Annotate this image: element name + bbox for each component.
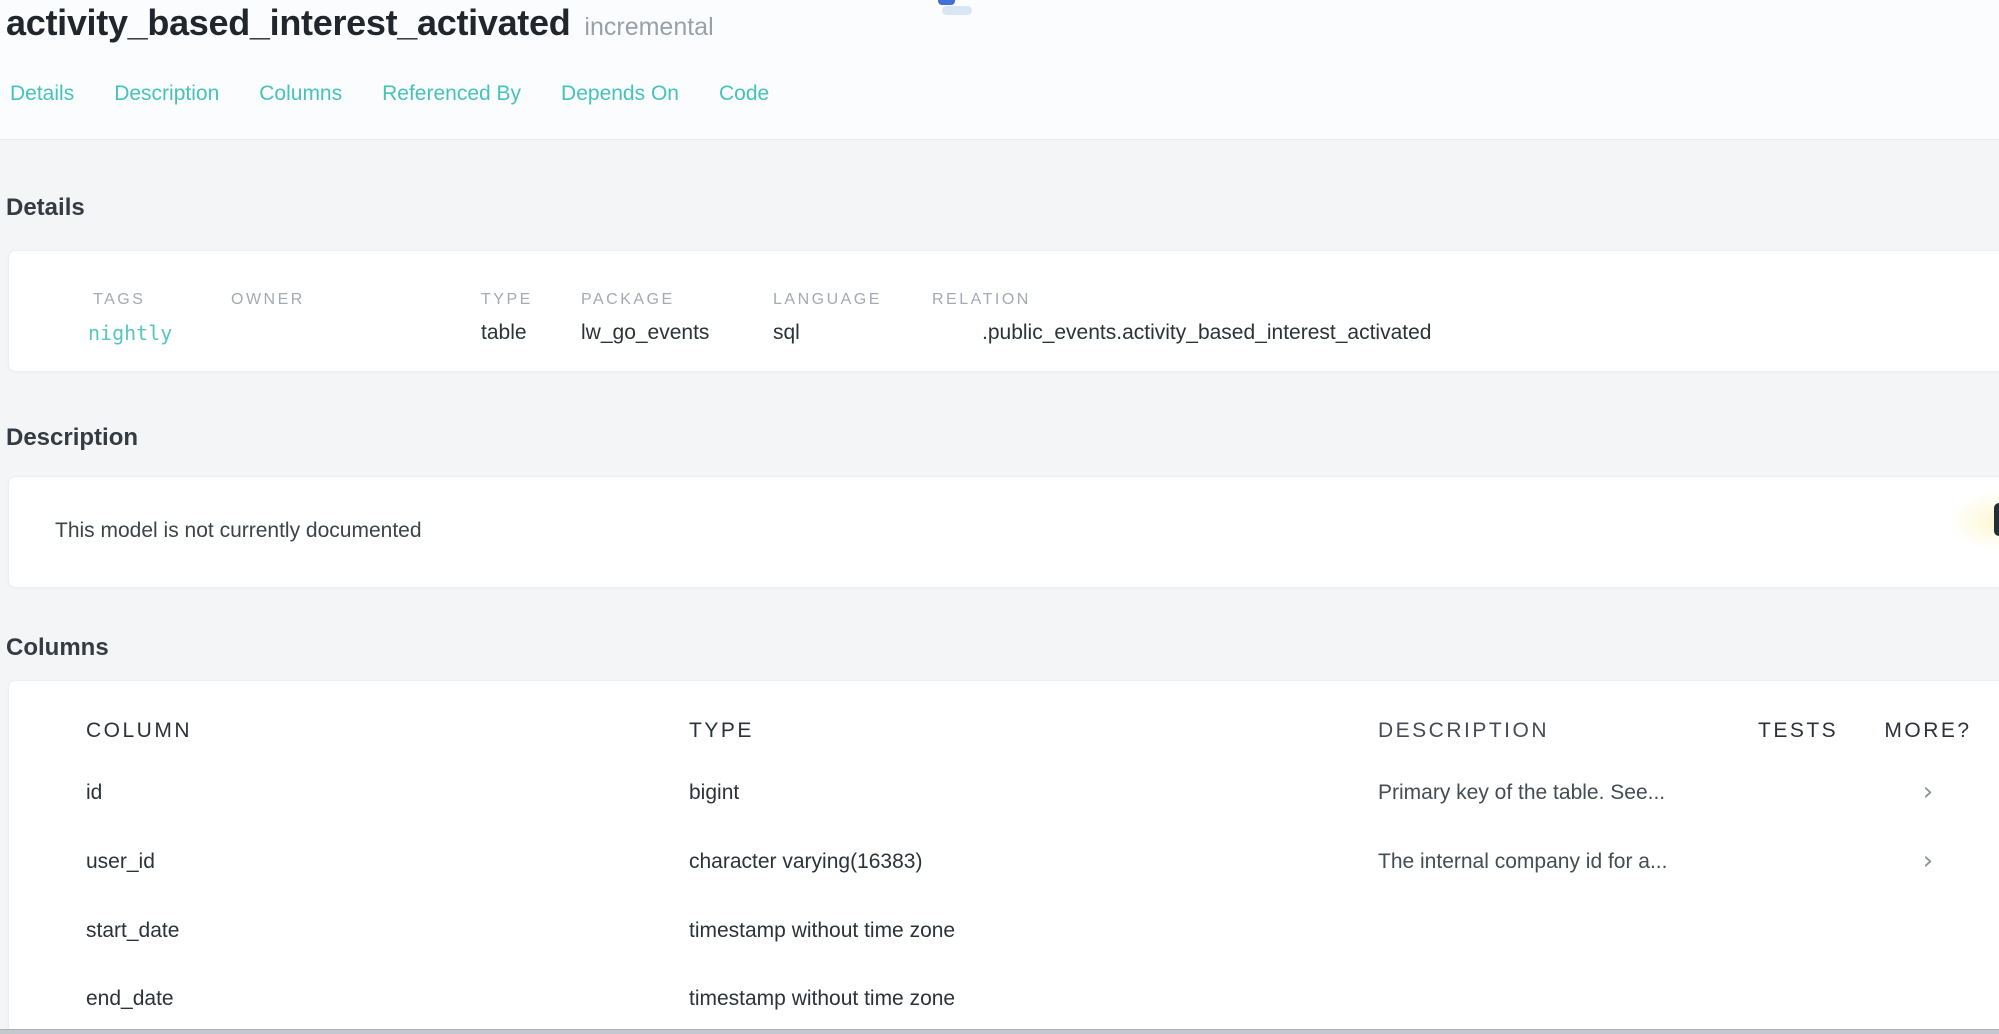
detail-field-tags: TAGS nightly xyxy=(93,291,172,345)
tab-depends-on[interactable]: Depends On xyxy=(561,82,679,106)
detail-field-owner: OWNER xyxy=(231,291,305,321)
description-placeholder-text: This model is not currently documented xyxy=(55,519,422,543)
detail-field-type: TYPE table xyxy=(481,291,533,345)
package-label: PACKAGE xyxy=(581,291,709,309)
materialization-badge: incremental xyxy=(584,13,713,41)
tab-columns[interactable]: Columns xyxy=(259,82,342,106)
detail-field-relation: RELATION .public_events.activity_based_i… xyxy=(932,291,1431,345)
language-value: sql xyxy=(773,321,882,345)
tags-value-link[interactable]: nightly xyxy=(88,321,172,345)
cell-column-name: id xyxy=(86,781,102,805)
cell-column-description: The internal company id for a... xyxy=(1378,850,1667,874)
cell-column-name: start_date xyxy=(86,919,179,943)
type-label: TYPE xyxy=(481,291,533,309)
tab-referenced-by[interactable]: Referenced By xyxy=(382,82,521,106)
horizontal-scrollbar[interactable] xyxy=(0,1029,1999,1034)
description-card: This model is not currently documented xyxy=(8,476,1999,588)
columns-table-header: COLUMN TYPE DESCRIPTION TESTS MORE? xyxy=(9,719,1999,743)
clipped-floating-button[interactable] xyxy=(1994,503,1999,536)
col-header-tests: TESTS xyxy=(1758,719,1838,743)
tab-description[interactable]: Description xyxy=(114,82,219,106)
table-row[interactable]: start_date timestamp without time zone xyxy=(9,919,1999,949)
details-section-heading: Details xyxy=(6,194,85,222)
model-docs-page: activity_based_interest_activated increme… xyxy=(0,0,1999,1034)
cell-column-name: end_date xyxy=(86,987,174,1011)
owner-label: OWNER xyxy=(231,291,305,309)
language-label: LANGUAGE xyxy=(773,291,882,309)
cell-column-type: timestamp without time zone xyxy=(689,987,955,1011)
cell-column-type: character varying(16383) xyxy=(689,850,922,874)
chevron-right-icon[interactable]: › xyxy=(1880,781,1976,803)
package-value: lw_go_events xyxy=(581,321,709,345)
tab-code[interactable]: Code xyxy=(719,82,769,106)
cell-column-description: Primary key of the table. See... xyxy=(1378,781,1665,805)
columns-card: COLUMN TYPE DESCRIPTION TESTS MORE? id b… xyxy=(8,680,1999,1034)
table-row[interactable]: id bigint Primary key of the table. See.… xyxy=(9,781,1999,811)
col-header-type: TYPE xyxy=(689,719,754,743)
columns-section-heading: Columns xyxy=(6,634,109,662)
detail-field-language: LANGUAGE sql xyxy=(773,291,882,345)
cell-column-type: timestamp without time zone xyxy=(689,919,955,943)
cell-column-type: bigint xyxy=(689,781,739,805)
type-value: table xyxy=(481,321,533,345)
page-header: activity_based_interest_activated increme… xyxy=(0,0,1999,140)
page-title: activity_based_interest_activated increme… xyxy=(6,2,714,44)
chevron-right-icon[interactable]: › xyxy=(1880,850,1976,872)
clipped-blue-element-shadow xyxy=(942,6,972,15)
col-header-more: MORE? xyxy=(1880,719,1976,743)
details-card: TAGS nightly OWNER TYPE table PACKAGE lw… xyxy=(8,250,1999,372)
cell-column-name: user_id xyxy=(86,850,155,874)
clipped-blue-element xyxy=(938,0,955,5)
model-name: activity_based_interest_activated xyxy=(6,2,570,43)
col-header-column: COLUMN xyxy=(86,719,192,743)
description-section-heading: Description xyxy=(6,424,138,452)
table-row[interactable]: user_id character varying(16383) The int… xyxy=(9,850,1999,880)
tab-details[interactable]: Details xyxy=(10,82,74,106)
col-header-description: DESCRIPTION xyxy=(1378,719,1549,743)
relation-value: .public_events.activity_based_interest_a… xyxy=(932,321,1431,345)
relation-label: RELATION xyxy=(932,291,1431,309)
tags-label: TAGS xyxy=(93,291,172,309)
table-row[interactable]: end_date timestamp without time zone xyxy=(9,987,1999,1017)
tab-bar: Details Description Columns Referenced B… xyxy=(10,82,769,106)
detail-field-package: PACKAGE lw_go_events xyxy=(581,291,709,345)
